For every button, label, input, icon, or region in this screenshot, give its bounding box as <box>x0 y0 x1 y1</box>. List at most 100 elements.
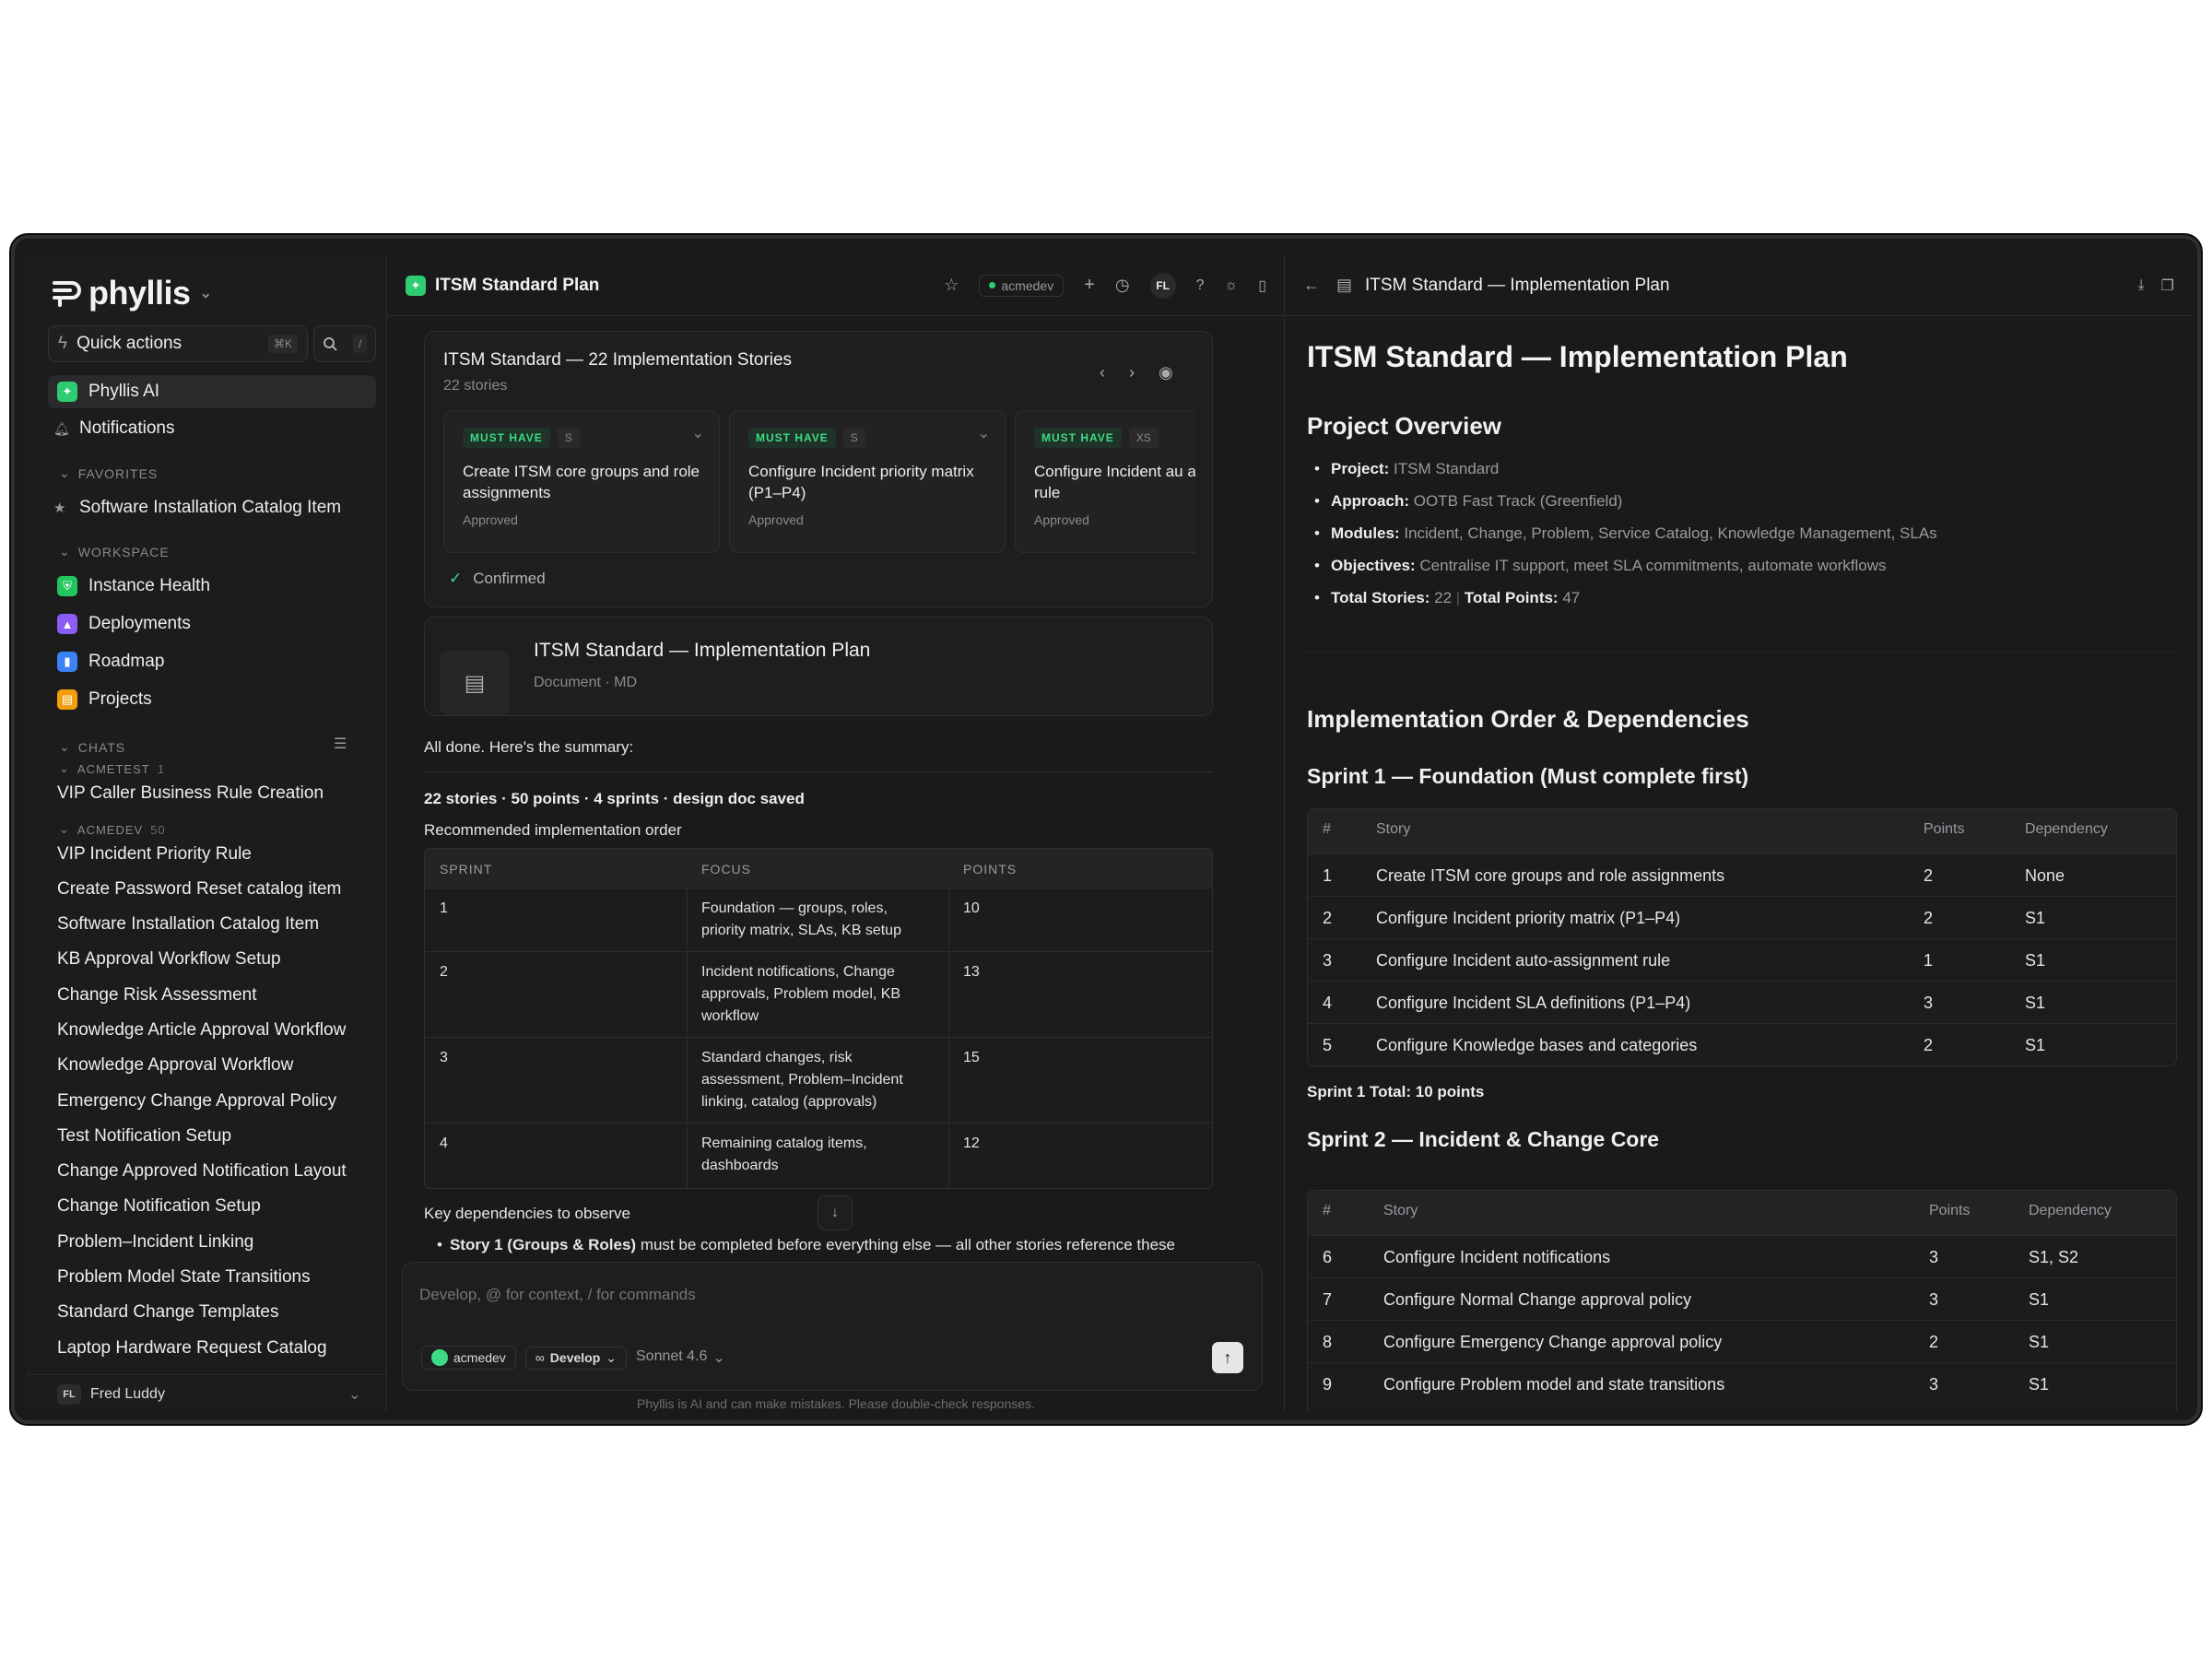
composer: acmedev ∞Develop⌄ Sonnet 4.6⌄ ↑ <box>402 1262 1263 1391</box>
group-count: 50 <box>150 822 166 837</box>
order-heading: Implementation Order & Dependencies <box>1307 705 1749 733</box>
nav-roadmap[interactable]: ▮ Roadmap <box>48 645 376 678</box>
chats-section-toggle[interactable]: ⌄ CHATS <box>59 739 125 755</box>
user-menu[interactable]: FL Fred Luddy <box>57 1384 165 1405</box>
nav-projects[interactable]: ▤ Projects <box>48 683 376 716</box>
story-status: Approved <box>748 512 804 527</box>
chat-group-acmetest[interactable]: ⌄ ACMETEST 1 <box>59 761 165 776</box>
chat-item[interactable]: Knowledge Article Approval Workflow <box>57 1020 346 1041</box>
search-button[interactable]: / <box>313 325 376 362</box>
section-label: WORKSPACE <box>77 544 170 559</box>
theme-icon[interactable]: ☼ <box>1225 277 1239 294</box>
table-cell: 6 <box>1323 1248 1333 1266</box>
section-label: FAVORITES <box>77 465 159 481</box>
table-cell: S1 <box>2025 994 2046 1012</box>
chat-item[interactable]: Create Password Reset catalog item <box>57 879 341 900</box>
chat-item[interactable]: VIP Incident Priority Rule <box>57 844 252 865</box>
chat-item[interactable]: Change Notification Setup <box>57 1196 261 1217</box>
scroll-down-button[interactable]: ↓ <box>818 1195 853 1230</box>
quick-actions-label: Quick actions <box>76 334 182 353</box>
deps-label: Key dependencies to observe <box>424 1205 630 1222</box>
infinity-icon: ∞ <box>535 1350 545 1365</box>
chat-item[interactable]: Problem–Incident Linking <box>57 1232 253 1253</box>
download-icon[interactable]: ⤓ <box>2138 277 2145 294</box>
search-icon <box>323 337 337 351</box>
server-icon <box>431 1349 448 1366</box>
chat-item[interactable]: VIP Caller Business Rule Creation <box>57 783 324 804</box>
table-row: 1 Foundation — groups, roles, priority m… <box>425 888 1212 951</box>
story-card[interactable]: MUST HAVE S ⌄ Create ITSM core groups and… <box>443 410 720 553</box>
chat-item[interactable]: Test Notification Setup <box>57 1126 231 1147</box>
sprint1-total: Sprint 1 Total: 10 points <box>1307 1083 1485 1100</box>
chevron-down-icon[interactable]: ⌄ <box>692 424 704 442</box>
help-icon[interactable]: ? <box>1196 277 1205 294</box>
column-header: POINTS <box>963 862 1018 877</box>
workspace-section-toggle[interactable]: ⌄ WORKSPACE <box>59 544 170 559</box>
story-card[interactable]: MUST HAVE XS Configure Incident au assign… <box>1015 410 1195 553</box>
overview-label: Total Stories: <box>1331 589 1430 606</box>
chat-item[interactable]: Problem Model State Transitions <box>57 1267 311 1288</box>
chats-filter-icon[interactable]: ☰ <box>334 735 347 753</box>
nav-instance-health[interactable]: ⛨ Instance Health <box>48 570 376 603</box>
table-row: 7 Configure Normal Change approval policy… <box>1308 1277 2176 1320</box>
table-cell: Configure Normal Change approval policy <box>1383 1290 1692 1309</box>
chat-item[interactable]: Emergency Change Approval Policy <box>57 1091 336 1112</box>
chat-group-acmedev[interactable]: ⌄ ACMEDEV 50 <box>59 822 166 837</box>
dependency-bold: Story 1 (Groups & Roles) <box>449 1236 637 1253</box>
chevron-down-icon: ⌄ <box>712 1350 725 1366</box>
table-cell: 2 <box>1924 909 1934 927</box>
table-row: 4 Configure Incident SLA definitions (P1–… <box>1308 981 2176 1023</box>
quick-actions-shortcut: ⌘K <box>267 335 298 353</box>
nav-deployments[interactable]: ▲ Deployments <box>48 607 376 641</box>
brand-logo[interactable]: phyllis ⌄ <box>52 274 212 312</box>
model-selector[interactable]: Sonnet 4.6 ⌄ <box>636 1348 725 1367</box>
plus-icon[interactable]: + <box>1084 275 1095 296</box>
table-cell: 2 <box>1924 1036 1934 1054</box>
overview-label: Total Points: <box>1464 589 1559 606</box>
favorite-item[interactable]: ★ Software Installation Catalog Item <box>44 491 372 524</box>
avatar: FL <box>57 1384 81 1405</box>
table-cell: S1, S2 <box>2029 1248 2079 1266</box>
table-cell: S1 <box>2025 1036 2046 1054</box>
quick-actions-button[interactable]: ϟ Quick actions ⌘K <box>48 325 308 362</box>
chat-item[interactable]: Change Approved Notification Layout <box>57 1161 347 1182</box>
column-header: FOCUS <box>701 862 751 877</box>
document-card[interactable]: ▤ ITSM Standard — Implementation Plan Do… <box>424 617 1213 716</box>
group-label: ACMETEST <box>76 761 150 776</box>
story-card[interactable]: MUST HAVE S ⌄ Configure Incident priority… <box>729 410 1006 553</box>
send-button[interactable]: ↑ <box>1212 1342 1243 1373</box>
chat-item[interactable]: KB Approval Workflow Setup <box>57 949 281 970</box>
chat-item[interactable]: Knowledge Approval Workflow <box>57 1055 293 1076</box>
favorites-section-toggle[interactable]: ⌄ FAVORITES <box>59 465 158 481</box>
chat-item[interactable]: Laptop Hardware Request Catalog <box>57 1338 327 1359</box>
table-cell: Incident notifications, Change approvals… <box>701 964 901 1024</box>
nav-notifications[interactable]: 🔔︎ Notifications <box>44 412 372 445</box>
table-row: 5 Configure Knowledge bases and categorie… <box>1308 1023 2176 1065</box>
instance-selector[interactable]: acmedev <box>421 1346 516 1370</box>
table-cell: Create ITSM core groups and role assignm… <box>1376 866 1725 885</box>
divider <box>424 771 1213 772</box>
size-badge: S <box>557 428 580 448</box>
section-label: CHATS <box>77 739 126 755</box>
document-panel: ← ▤ ITSM Standard — Implementation Plan … <box>1285 255 2193 1411</box>
nav-label: Software Installation Catalog Item <box>79 498 342 517</box>
table-cell: Configure Incident notifications <box>1383 1248 1611 1266</box>
chat-item[interactable]: Standard Change Templates <box>57 1302 278 1323</box>
chat-item[interactable]: Software Installation Catalog Item <box>57 914 319 935</box>
nav-phyllis-ai[interactable]: ✦ Phyllis AI <box>48 375 376 408</box>
document-title: ITSM Standard — Implementation Plan <box>534 640 871 661</box>
chevron-down-icon[interactable]: ⌄ <box>978 424 990 442</box>
copy-icon[interactable]: ❐ <box>2161 276 2174 295</box>
chevron-down-icon[interactable]: ⌄ <box>348 1385 360 1404</box>
message-input[interactable] <box>419 1279 1230 1311</box>
instance-pill[interactable]: acmedev <box>979 274 1065 297</box>
chat-item[interactable]: Change Risk Assessment <box>57 985 257 1006</box>
sparkle-icon: ✦ <box>57 382 77 402</box>
avatar[interactable]: FL <box>1149 272 1176 299</box>
history-icon[interactable]: ◷ <box>1115 276 1130 295</box>
mode-selector[interactable]: ∞ Develop ⌄ <box>524 1346 627 1370</box>
star-icon[interactable]: ☆ <box>944 276 959 295</box>
priority-badge: MUST HAVE <box>463 428 550 448</box>
panel-toggle-icon[interactable]: ▯ <box>1258 276 1266 295</box>
back-arrow-icon[interactable]: ← <box>1303 276 1320 295</box>
